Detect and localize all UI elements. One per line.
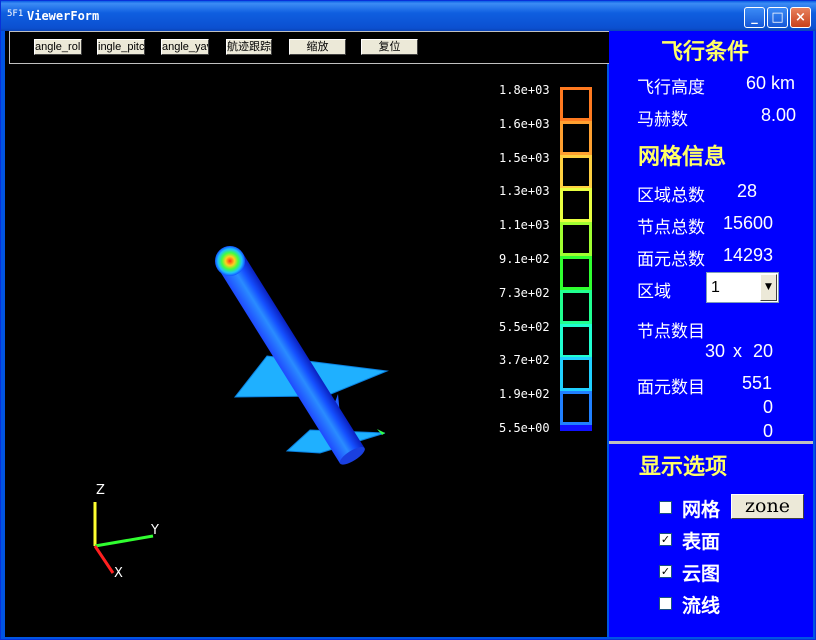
- streamline-checkbox[interactable]: [659, 597, 672, 610]
- axis-x-label: X: [114, 566, 123, 581]
- legend-color-swatch: [560, 188, 592, 223]
- legend-color-swatch: [560, 289, 592, 324]
- legend-tick-label: 5.5e+02: [499, 319, 550, 334]
- legend-color-swatch: [560, 425, 592, 431]
- legend-color-swatch: [560, 256, 592, 290]
- face-count-value: 0: [763, 421, 774, 441]
- faces-value: 14293: [723, 245, 774, 265]
- face-count-label: 面元数目: [637, 378, 705, 398]
- streamline-option-label: 流线: [682, 595, 721, 617]
- zones-label: 区域总数: [637, 186, 705, 206]
- maximize-icon: □: [771, 10, 784, 25]
- zones-value: 28: [737, 181, 758, 201]
- zone-label: 区域: [637, 282, 671, 302]
- minimize-button[interactable]: _: [744, 7, 765, 28]
- mach-value: 8.00: [761, 105, 797, 125]
- window-title: ViewerForm: [27, 9, 100, 23]
- node-count-b: 20: [753, 341, 774, 361]
- faces-label: 面元总数: [637, 250, 705, 270]
- flight-title: 飞行条件: [661, 39, 750, 65]
- close-icon: ×: [795, 10, 806, 25]
- maximize-button[interactable]: □: [767, 7, 788, 28]
- zone-select[interactable]: 1 ▼: [706, 272, 779, 303]
- node-count-label: 节点数目: [637, 322, 705, 342]
- legend-color-swatch: [560, 87, 592, 121]
- altitude-label: 飞行高度: [637, 78, 705, 98]
- altitude-value: 60 km: [746, 73, 796, 93]
- node-count-x: x: [733, 341, 742, 361]
- legend-tick-label: 5.5e+00: [499, 421, 550, 435]
- close-button[interactable]: ×: [790, 7, 811, 28]
- axis-y-label: Y: [151, 523, 159, 538]
- contour-checkbox[interactable]: ✓: [659, 565, 672, 578]
- mach-label: 马赫数: [637, 110, 688, 130]
- title-bar[interactable]: 5F1 ViewerForm _ □ ×: [1, 1, 816, 31]
- face-count-value: 0: [763, 397, 774, 417]
- legend-color-swatch: [560, 120, 592, 155]
- nodes-label: 节点总数: [637, 218, 705, 238]
- panel-divider: [609, 441, 813, 444]
- face-count-value: 551: [742, 373, 773, 393]
- nodes-value: 15600: [723, 213, 774, 233]
- minimize-icon: _: [751, 10, 758, 25]
- surface-option-label: 表面: [682, 531, 721, 553]
- chevron-down-icon[interactable]: ▼: [760, 274, 777, 301]
- legend-tick-label: 1.6e+03: [499, 116, 550, 131]
- legend-color-swatch: [560, 154, 592, 189]
- legend-tick-label: 1.5e+03: [499, 150, 550, 165]
- legend-color-swatch: [560, 357, 592, 392]
- display-title: 显示选项: [639, 454, 728, 480]
- legend-tick-label: 3.7e+02: [499, 353, 550, 368]
- mesh-title: 网格信息: [638, 144, 727, 170]
- legend-tick-label: 1.1e+03: [499, 218, 550, 233]
- viewer-window: 5F1 ViewerForm _ □ × angle_roll ingle_pi…: [0, 0, 816, 640]
- legend-color-swatch: [560, 323, 592, 358]
- contour-option-label: 云图: [682, 563, 721, 585]
- grid-checkbox[interactable]: [659, 501, 672, 514]
- legend-color-swatch: [560, 222, 592, 257]
- legend-tick-label: 1.3e+03: [499, 184, 550, 199]
- axis-z-label: Z: [96, 483, 105, 498]
- zone-button[interactable]: zone: [731, 494, 804, 519]
- surface-checkbox[interactable]: ✓: [659, 533, 672, 546]
- legend-tick-label: 7.3e+02: [499, 285, 550, 300]
- legend-tick-label: 9.1e+02: [499, 252, 550, 266]
- app-icon: 5F1: [7, 9, 24, 19]
- node-count-a: 30: [705, 341, 726, 361]
- legend-color-swatch: [560, 391, 592, 426]
- zone-select-value: 1: [711, 279, 720, 296]
- legend-tick-label: 1.8e+03: [499, 83, 550, 97]
- legend-tick-label: 1.9e+02: [499, 387, 550, 402]
- grid-option-label: 网格: [682, 499, 721, 521]
